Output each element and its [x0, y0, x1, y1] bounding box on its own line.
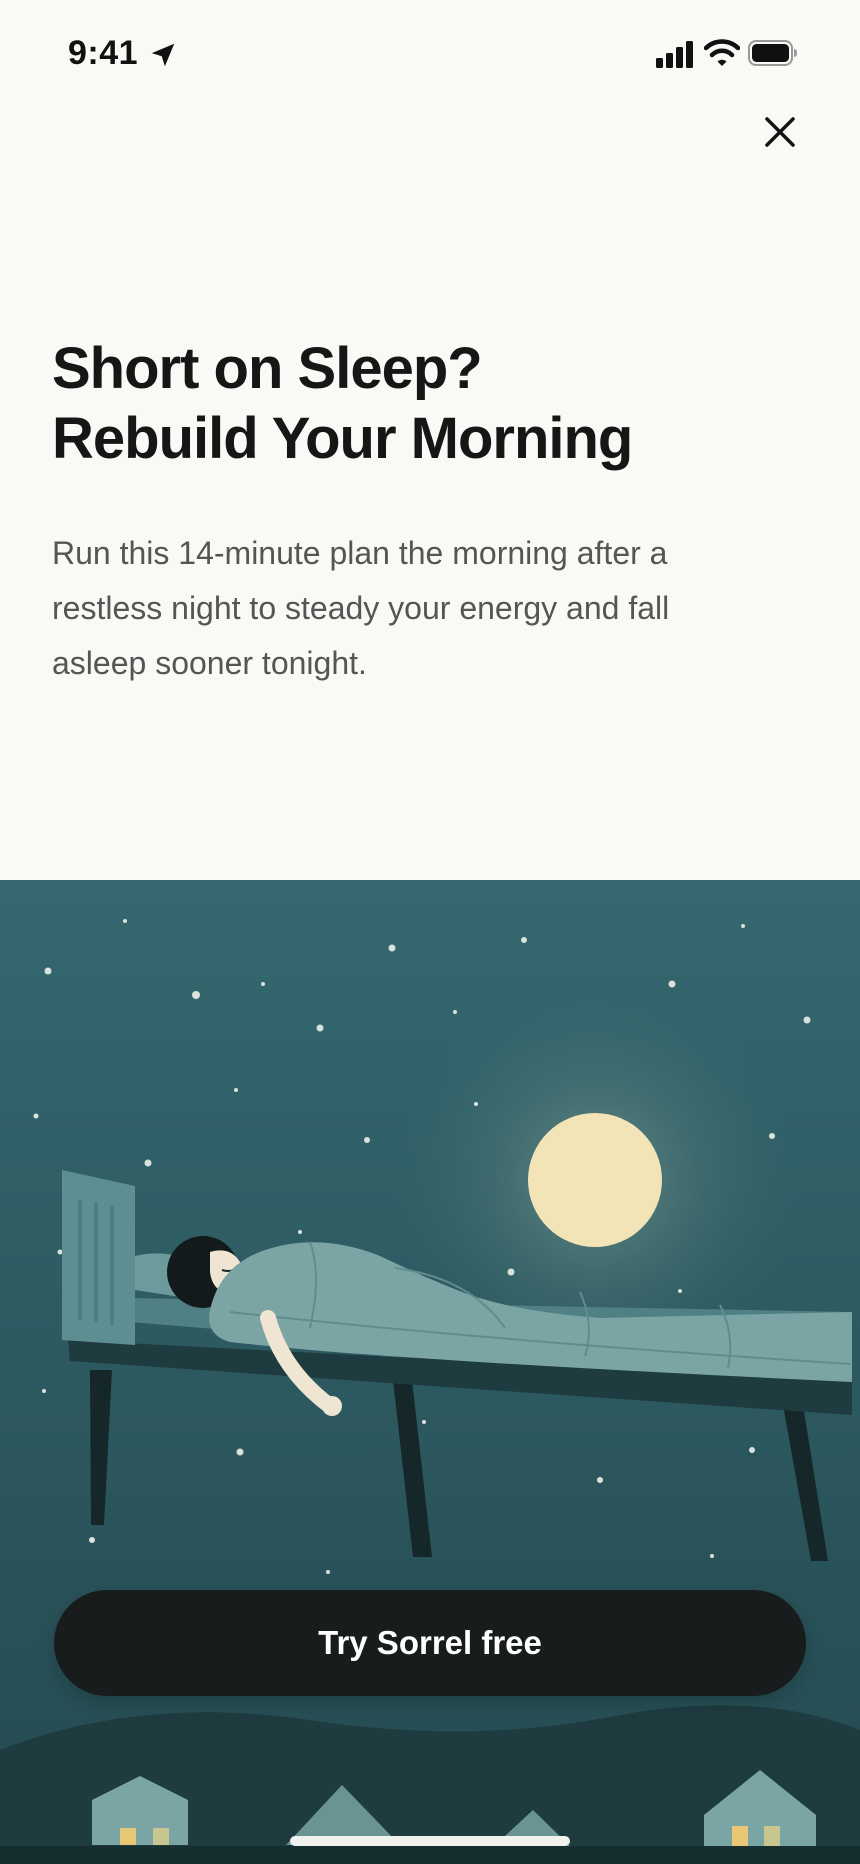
status-bar: 9:41: [0, 0, 860, 108]
battery-icon: [748, 40, 797, 66]
location-arrow-icon: [151, 43, 175, 67]
close-icon: [765, 117, 795, 147]
moon: [528, 1113, 662, 1247]
wifi-icon: [704, 39, 740, 66]
home-indicator[interactable]: [290, 1836, 570, 1846]
status-time: 9:41: [68, 34, 139, 72]
try-free-button[interactable]: Try Sorrel free: [54, 1590, 806, 1696]
page-title: Short on Sleep? Rebuild Your Morning: [52, 334, 633, 474]
title-line-1: Short on Sleep?: [52, 336, 483, 401]
description-text: Run this 14-minute plan the morning afte…: [52, 535, 670, 681]
title-line-2: Rebuild Your Morning: [52, 406, 633, 471]
cellular-signal-icon: [656, 41, 693, 68]
close-button[interactable]: [752, 104, 808, 160]
night-sleep-illustration: [0, 880, 860, 1864]
